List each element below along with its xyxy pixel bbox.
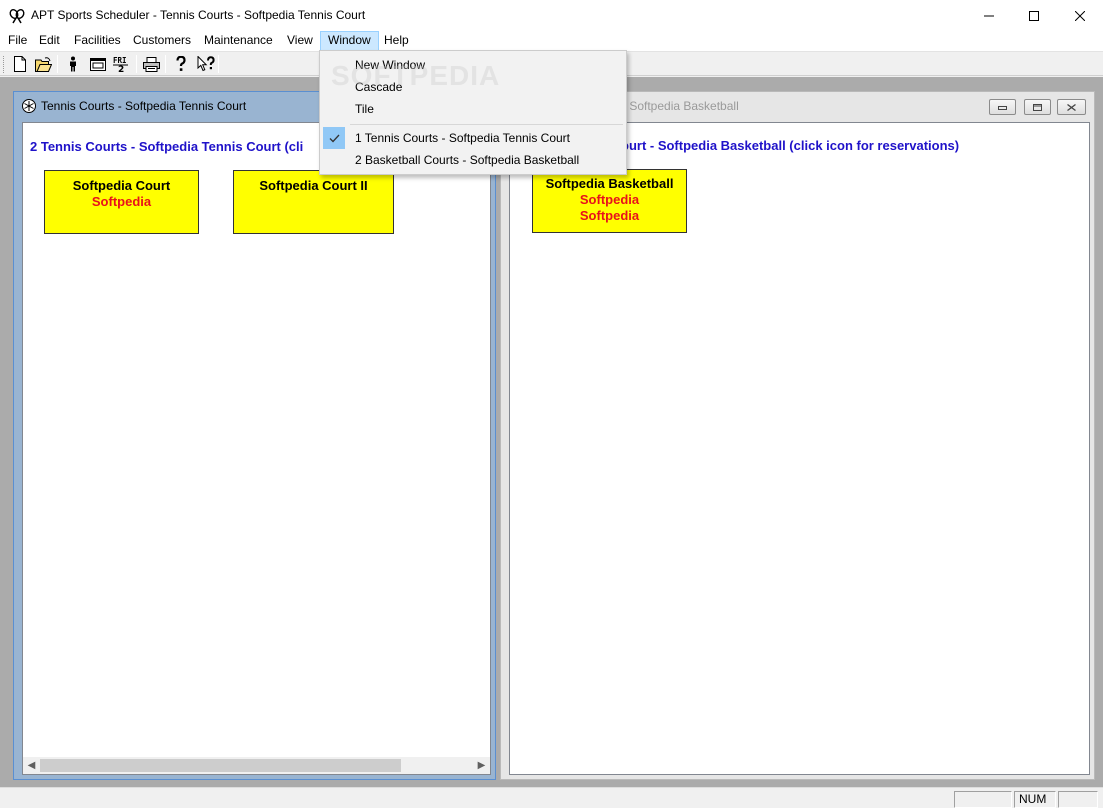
menu-edit[interactable]: Edit	[32, 31, 67, 51]
tennis-courts-window: Tennis Courts - Softpedia Tennis Court 2…	[13, 91, 496, 780]
basketball-courts-window: - Softpedia Basketball ourt - Softpedia …	[500, 91, 1095, 780]
menu-bar: File Edit Facilities Customers Maintenan…	[0, 31, 1103, 51]
scroll-left-icon[interactable]: ◀	[23, 757, 40, 774]
menu-maintenance[interactable]: Maintenance	[197, 31, 280, 51]
person-icon[interactable]	[62, 54, 83, 74]
status-bar: NUM	[0, 787, 1103, 808]
menu-window-tennis-courts[interactable]: 1 Tennis Courts - Softpedia Tennis Court	[323, 127, 623, 149]
menu-window-basketball-courts[interactable]: 2 Basketball Courts - Softpedia Basketba…	[323, 149, 623, 171]
title-bar: APT Sports Scheduler - Tennis Courts - S…	[0, 0, 1103, 31]
toolbar-separator	[218, 55, 219, 73]
tennis-courts-window-title: Tennis Courts - Softpedia Tennis Court	[41, 99, 247, 113]
tennis-courts-content: 2 Tennis Courts - Softpedia Tennis Court…	[22, 122, 491, 775]
court-reservation: Softpedia	[579, 192, 640, 207]
child-close-button[interactable]	[1057, 99, 1086, 115]
menu-facilities[interactable]: Facilities	[67, 31, 128, 51]
close-button[interactable]	[1057, 0, 1103, 31]
num-lock-indicator: NUM	[1014, 791, 1056, 808]
menu-window[interactable]: Window	[320, 31, 379, 51]
court-reservation: Softpedia	[579, 208, 640, 223]
menu-file[interactable]: File	[1, 31, 34, 51]
window-title: APT Sports Scheduler - Tennis Courts - S…	[31, 8, 366, 22]
child-maximize-button[interactable]	[1024, 99, 1051, 115]
toolbar-separator	[165, 55, 166, 73]
basketball-courts-content: ourt - Softpedia Basketball (click icon …	[509, 122, 1090, 775]
context-help-icon[interactable]	[195, 54, 216, 74]
minimize-button[interactable]	[966, 0, 1012, 31]
scrollbar-thumb[interactable]	[40, 759, 401, 772]
toolbar-separator	[57, 55, 58, 73]
toolbar-grip[interactable]	[3, 56, 6, 73]
help-icon[interactable]	[170, 54, 191, 74]
toolbar-separator	[136, 55, 137, 73]
basketball-courts-window-title: - Softpedia Basketball	[622, 99, 739, 113]
status-panel-empty	[1058, 791, 1098, 808]
print-icon[interactable]	[141, 54, 162, 74]
menu-customers[interactable]: Customers	[126, 31, 198, 51]
scroll-right-icon[interactable]: ▶	[473, 757, 490, 774]
watermark: SOFTPEDIA	[331, 60, 501, 91]
child-minimize-button[interactable]	[989, 99, 1016, 115]
menu-tile[interactable]: Tile	[323, 98, 623, 120]
court-button[interactable]: Softpedia Basketball Softpedia Softpedia	[532, 169, 687, 233]
court-name: Softpedia Court	[72, 178, 171, 193]
menu-help[interactable]: Help	[377, 31, 416, 51]
open-icon[interactable]	[33, 54, 54, 74]
calendar-day-label: FRI	[113, 56, 127, 65]
court-button[interactable]: Softpedia Court Softpedia	[44, 170, 199, 234]
court-name: Softpedia Basketball	[545, 176, 674, 191]
window-icon[interactable]	[87, 54, 108, 74]
menu-separator	[350, 124, 623, 125]
calendar-icon[interactable]: FRI 2	[110, 54, 131, 74]
svg-text:2: 2	[118, 65, 124, 73]
court-window-icon[interactable]	[21, 98, 37, 114]
horizontal-scrollbar[interactable]: ◀ ▶	[23, 757, 490, 774]
court-reservation: Softpedia	[91, 194, 152, 209]
basketball-courts-heading: ourt - Softpedia Basketball (click icon …	[621, 138, 960, 153]
tennis-courts-heading: 2 Tennis Courts - Softpedia Tennis Court…	[30, 139, 304, 154]
new-icon[interactable]	[9, 54, 30, 74]
menu-view[interactable]: View	[280, 31, 320, 51]
status-panel-empty	[954, 791, 1012, 808]
mdi-client-area: Tennis Courts - Softpedia Tennis Court 2…	[0, 77, 1103, 787]
app-icon[interactable]	[9, 8, 25, 24]
maximize-button[interactable]	[1011, 0, 1057, 31]
court-button[interactable]: Softpedia Court II	[233, 170, 394, 234]
court-name: Softpedia Court II	[259, 178, 368, 193]
